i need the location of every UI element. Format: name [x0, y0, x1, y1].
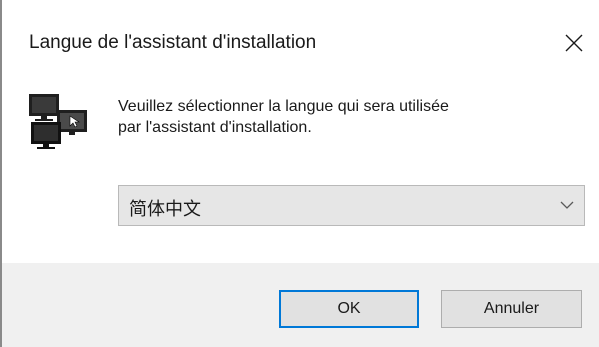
instruction-line-2: par l'assistant d'installation. — [118, 119, 312, 136]
chevron-down-icon — [560, 201, 574, 209]
instruction-line-1: Veuillez sélectionner la langue qui sera… — [118, 98, 449, 115]
selected-language: 简体中文 — [129, 199, 201, 220]
cancel-button[interactable]: Annuler — [441, 290, 582, 328]
dialog-title: Langue de l'assistant d'installation — [29, 32, 317, 53]
title-bar[interactable]: Langue de l'assistant d'installation — [2, 0, 599, 86]
language-dialog: Langue de l'assistant d'installation Veu… — [0, 0, 599, 347]
monitors-icon — [29, 94, 87, 149]
ok-button[interactable]: OK — [279, 290, 419, 328]
language-select[interactable]: 简体中文 — [118, 185, 585, 226]
close-icon — [565, 34, 583, 52]
button-bar: OK Annuler — [2, 263, 599, 347]
close-button[interactable] — [551, 18, 599, 66]
instruction-text: Veuillez sélectionner la langue qui sera… — [118, 96, 578, 138]
